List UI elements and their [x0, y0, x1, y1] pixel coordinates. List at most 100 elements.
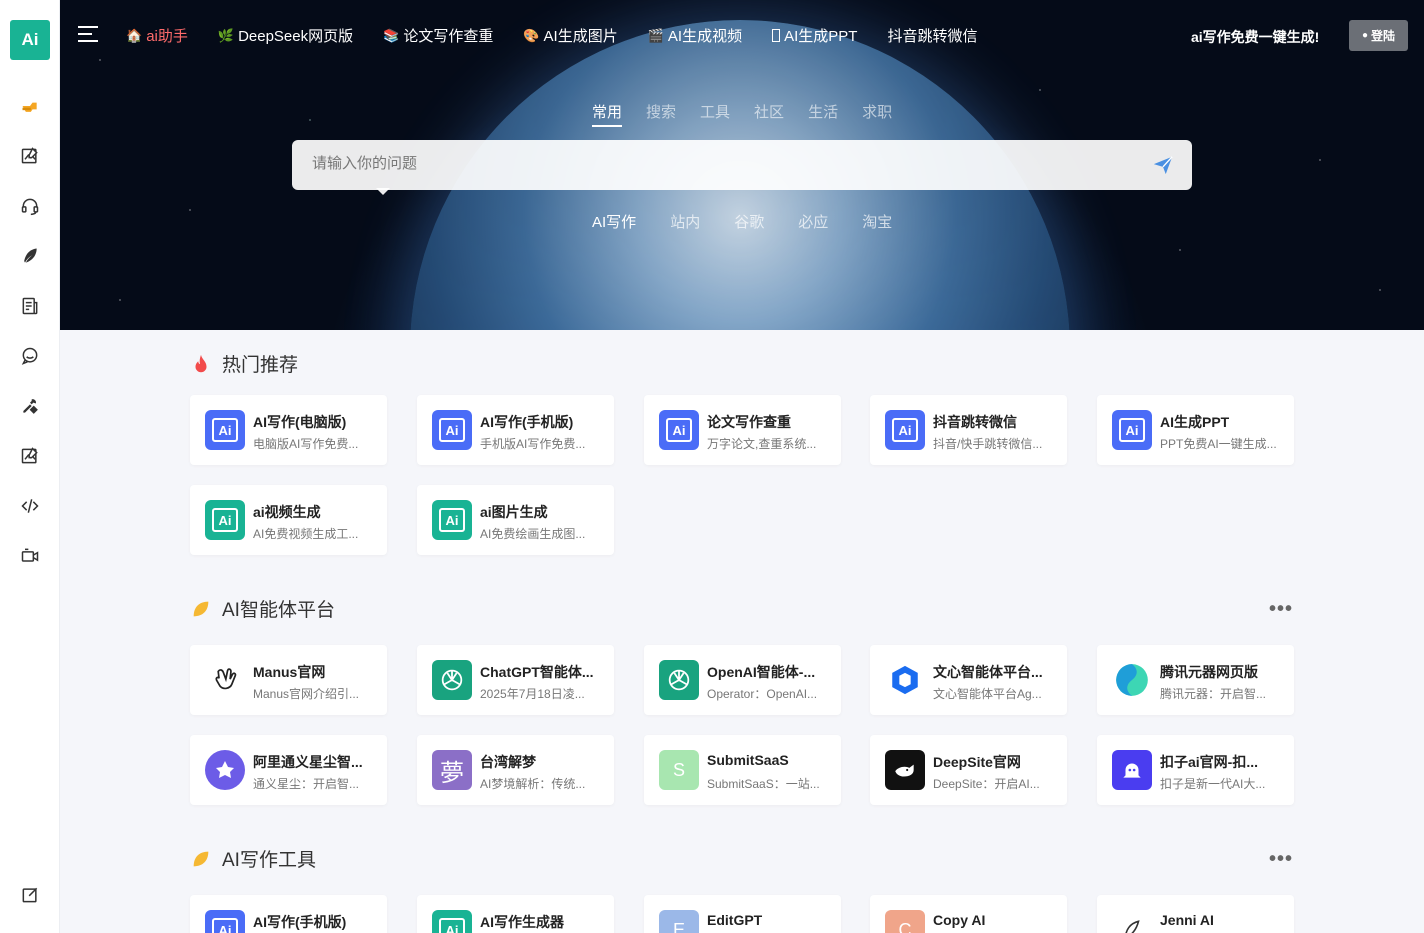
- nav-label: 抖音跳转微信: [887, 28, 978, 45]
- card-editgpt[interactable]: E EditGPT: [644, 895, 841, 933]
- site-logo[interactable]: Ai: [10, 20, 50, 60]
- edit-image-icon[interactable]: [18, 144, 42, 168]
- card-copy-ai[interactable]: C Copy AI: [870, 895, 1067, 933]
- card-douyin-wechat[interactable]: Ai 抖音跳转微信 抖音/快手跳转微信...: [870, 395, 1067, 465]
- video-camera-icon[interactable]: [18, 544, 42, 568]
- login-button[interactable]: ● 登陆: [1349, 20, 1408, 51]
- card-tongyi-xingchen[interactable]: 阿里通义星尘智... 通义星尘：开启智...: [190, 735, 387, 805]
- card-title: OpenAI智能体-...: [707, 664, 816, 680]
- ai-app-icon: Ai: [1112, 410, 1152, 450]
- card-title: 扣子ai官网-扣...: [1160, 754, 1259, 770]
- nav-label: AI生成图片: [543, 28, 618, 45]
- header-slogan[interactable]: ai写作免费一键生成!: [1191, 27, 1319, 47]
- card-taiwan-dream[interactable]: 夢 台湾解梦 AI梦境解析：传统...: [417, 735, 614, 805]
- card-coze[interactable]: 扣子ai官网-扣... 扣子是新一代AI大...: [1097, 735, 1294, 805]
- yuanqi-icon: [1112, 660, 1152, 700]
- card-ai-image[interactable]: Ai ai图片生成 AI免费绘画生成图...: [417, 485, 614, 555]
- card-title: 文心智能体平台...: [933, 664, 1043, 680]
- card-title: ChatGPT智能体...: [480, 664, 594, 680]
- engine-bing[interactable]: 必应: [798, 211, 828, 232]
- card-ai-video[interactable]: Ai ai视频生成 AI免费视频生成工...: [190, 485, 387, 555]
- tab-tools[interactable]: 工具: [700, 101, 730, 127]
- section-title-text: AI智能体平台: [222, 600, 335, 621]
- card-ai-writing-pc[interactable]: Ai AI写作(电脑版) 电脑版AI写作免费...: [190, 395, 387, 465]
- palette-icon: 🎨: [523, 27, 540, 43]
- card-jenni-ai[interactable]: Jenni AI: [1097, 895, 1294, 933]
- card-tencent-yuanqi[interactable]: 腾讯元器网页版 腾讯元器：开启智...: [1097, 645, 1294, 715]
- headset-icon[interactable]: [18, 194, 42, 218]
- leaf-icon: [193, 601, 209, 616]
- card-title: 阿里通义星尘智...: [253, 754, 363, 770]
- copyai-icon: C: [885, 910, 925, 933]
- document-icon[interactable]: [18, 294, 42, 318]
- engine-ai-writing[interactable]: AI写作: [592, 211, 636, 232]
- card-openai-agent[interactable]: OpenAI智能体-... Operator：OpenAI...: [644, 645, 841, 715]
- nav-item-ai-image[interactable]: 🎨 AI生成图片: [523, 25, 617, 46]
- section-title-writing-tools: AI写作工具: [190, 845, 316, 872]
- card-paper-check[interactable]: Ai 论文写作查重 万字论文,查重系统...: [644, 395, 841, 465]
- feather-icon[interactable]: [18, 244, 42, 268]
- card-submitsaas[interactable]: S SubmitSaaS SubmitSaaS：一站...: [644, 735, 841, 805]
- jenni-feather-icon: [1112, 910, 1152, 933]
- more-agents-button[interactable]: •••: [1269, 598, 1293, 621]
- card-desc: DeepSite：开启AI...: [933, 777, 1040, 791]
- ppt-box-icon: [772, 29, 781, 42]
- nav-item-ai-ppt[interactable]: AI生成PPT: [772, 25, 857, 46]
- nav-label: ai助手: [146, 28, 188, 45]
- tools-icon[interactable]: [18, 394, 42, 418]
- user-icon: ●: [1361, 30, 1369, 41]
- engine-taobao[interactable]: 淘宝: [862, 211, 892, 232]
- pointing-hand-icon[interactable]: [18, 94, 42, 118]
- send-icon[interactable]: [1152, 154, 1174, 176]
- card-title: Jenni AI: [1160, 912, 1214, 928]
- nav-item-paper-check[interactable]: 📚 论文写作查重: [383, 25, 493, 46]
- card-ai-writing-mobile-2[interactable]: Ai AI写作(手机版): [190, 895, 387, 933]
- tab-jobs[interactable]: 求职: [862, 101, 892, 127]
- nav-item-ai-assistant[interactable]: 🏠 ai助手: [126, 25, 188, 46]
- leaf-icon: 🌿: [217, 27, 235, 43]
- search-input[interactable]: [312, 155, 1132, 172]
- search-category-tabs: 常用 搜索 工具 社区 生活 求职: [592, 101, 892, 127]
- tab-common[interactable]: 常用: [592, 101, 623, 127]
- card-title: AI写作(手机版): [253, 914, 347, 930]
- card-desc: AI免费视频生成工...: [253, 527, 359, 541]
- code-icon[interactable]: [18, 494, 42, 518]
- books-icon: 📚: [383, 27, 400, 43]
- card-title: AI生成PPT: [1160, 414, 1230, 430]
- edit-image-icon-2[interactable]: [18, 444, 42, 468]
- nav-item-deepseek[interactable]: 🌿 DeepSeek网页版: [218, 25, 353, 46]
- card-desc: AI梦境解析：传统...: [480, 777, 586, 791]
- ai-app-icon: Ai: [432, 410, 472, 450]
- coze-icon: [1112, 750, 1152, 790]
- edit-square-icon[interactable]: [18, 883, 42, 907]
- card-manus[interactable]: Manus官网 Manus官网介绍引...: [190, 645, 387, 715]
- chat-bubble-icon[interactable]: [18, 344, 42, 368]
- editgpt-icon: E: [659, 910, 699, 933]
- tab-life[interactable]: 生活: [808, 101, 838, 127]
- nav-label: AI生成视频: [667, 28, 743, 45]
- tab-community[interactable]: 社区: [754, 101, 784, 127]
- menu-toggle-icon[interactable]: [78, 26, 98, 44]
- card-wenxin-agent[interactable]: 文心智能体平台... 文心智能体平台Ag...: [870, 645, 1067, 715]
- nav-item-ai-video[interactable]: 🎬 AI生成视频: [648, 25, 742, 46]
- nav-label: DeepSeek网页版: [238, 28, 354, 45]
- engine-site[interactable]: 站内: [670, 211, 700, 232]
- card-title: 论文写作查重: [707, 414, 791, 430]
- nav-item-douyin-wechat[interactable]: 抖音跳转微信: [887, 25, 977, 46]
- card-deepsite[interactable]: DeepSite官网 DeepSite：开启AI...: [870, 735, 1067, 805]
- card-title: 腾讯元器网页版: [1160, 664, 1258, 680]
- more-writing-tools-button[interactable]: •••: [1269, 848, 1293, 871]
- card-ai-ppt[interactable]: Ai AI生成PPT PPT免费AI一键生成...: [1097, 395, 1294, 465]
- deepsite-whale-icon: [885, 750, 925, 790]
- card-title: Manus官网: [253, 664, 326, 680]
- login-label: 登陆: [1371, 29, 1396, 43]
- section-title-hot: 热门推荐: [190, 350, 298, 377]
- dream-icon: 夢: [432, 750, 472, 790]
- ai-app-icon: Ai: [432, 500, 472, 540]
- manus-icon: [205, 660, 245, 700]
- engine-google[interactable]: 谷歌: [734, 211, 764, 232]
- tab-search[interactable]: 搜索: [646, 101, 676, 127]
- card-chatgpt-agent[interactable]: ChatGPT智能体... 2025年7月18日凌...: [417, 645, 614, 715]
- card-ai-writing-mobile[interactable]: Ai AI写作(手机版) 手机版AI写作免费...: [417, 395, 614, 465]
- card-ai-writing-generator[interactable]: Ai AI写作生成器: [417, 895, 614, 933]
